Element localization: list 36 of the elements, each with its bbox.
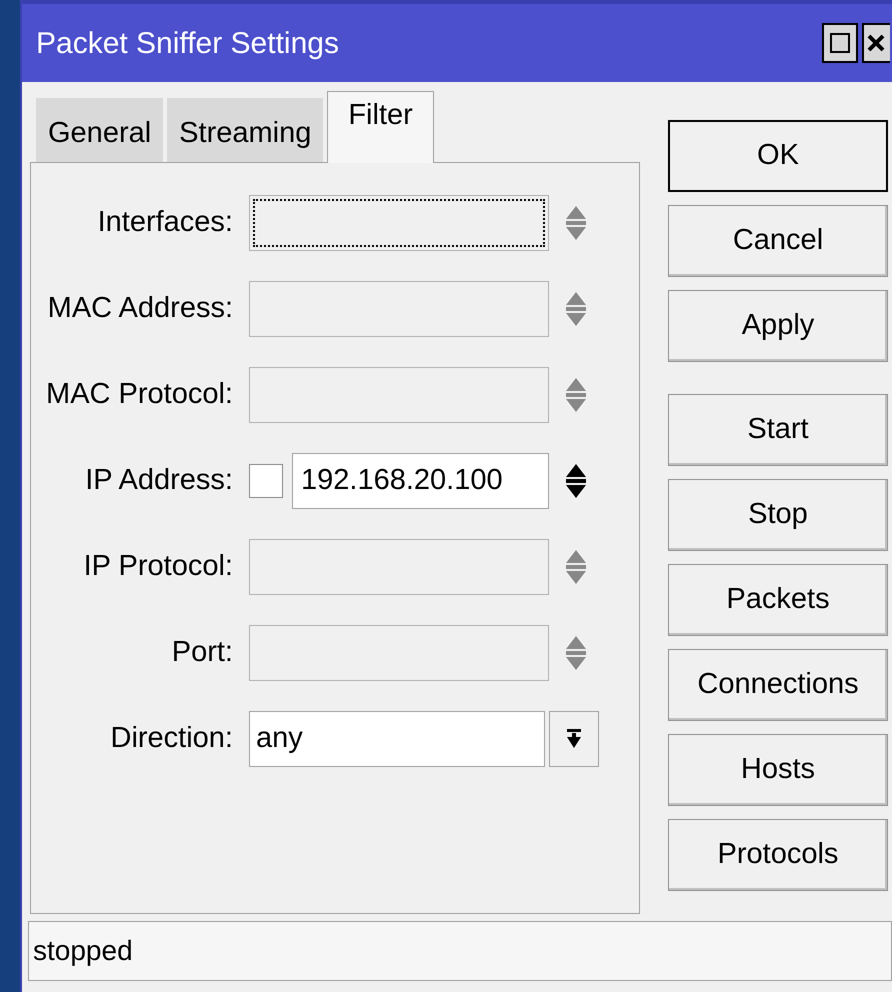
field-label: MAC Protocol:	[45, 377, 234, 412]
close-button[interactable]	[862, 23, 890, 63]
tab[interactable]: Filter	[327, 91, 434, 163]
spinner-icon[interactable]	[565, 462, 587, 500]
window-title: Packet Sniffer Settings	[36, 26, 340, 62]
field-label: MAC Address:	[46, 291, 234, 326]
maximize-button[interactable]	[822, 23, 858, 63]
dropdown-field[interactable]: any	[249, 711, 545, 767]
dialog-button[interactable]: Packets	[668, 564, 888, 636]
field-label: Interfaces:	[96, 205, 234, 240]
dialog-button[interactable]: Protocols	[668, 819, 888, 891]
dialog-button[interactable]: Connections	[668, 649, 888, 721]
field-label: IP Address:	[84, 463, 234, 498]
dialog-button[interactable]: Stop	[668, 479, 888, 551]
tab[interactable]: General	[36, 98, 164, 162]
field-label: Port:	[170, 635, 234, 670]
field-label: Direction:	[110, 721, 234, 756]
input-field[interactable]	[249, 625, 549, 681]
close-icon	[866, 33, 886, 53]
dropdown-arrow-icon	[566, 728, 582, 750]
input-field[interactable]	[249, 367, 549, 423]
dialog-button[interactable]: Cancel	[668, 205, 888, 277]
maximize-icon	[830, 33, 850, 53]
checkbox[interactable]	[249, 464, 283, 498]
field-label: IP Protocol:	[82, 549, 234, 584]
dialog-button[interactable]: Start	[668, 394, 888, 466]
input-field[interactable]: 192.168.20.100	[292, 453, 549, 509]
status-field: stopped	[28, 921, 892, 981]
input-field[interactable]	[249, 195, 549, 251]
input-field[interactable]	[249, 539, 549, 595]
dialog-button[interactable]: Apply	[668, 290, 888, 362]
dialog-button[interactable]: OK	[668, 120, 888, 192]
tab[interactable]: Streaming	[167, 98, 324, 162]
dropdown-button[interactable]	[549, 711, 599, 767]
input-field[interactable]	[249, 281, 549, 337]
dialog-button[interactable]: Hosts	[668, 734, 888, 806]
